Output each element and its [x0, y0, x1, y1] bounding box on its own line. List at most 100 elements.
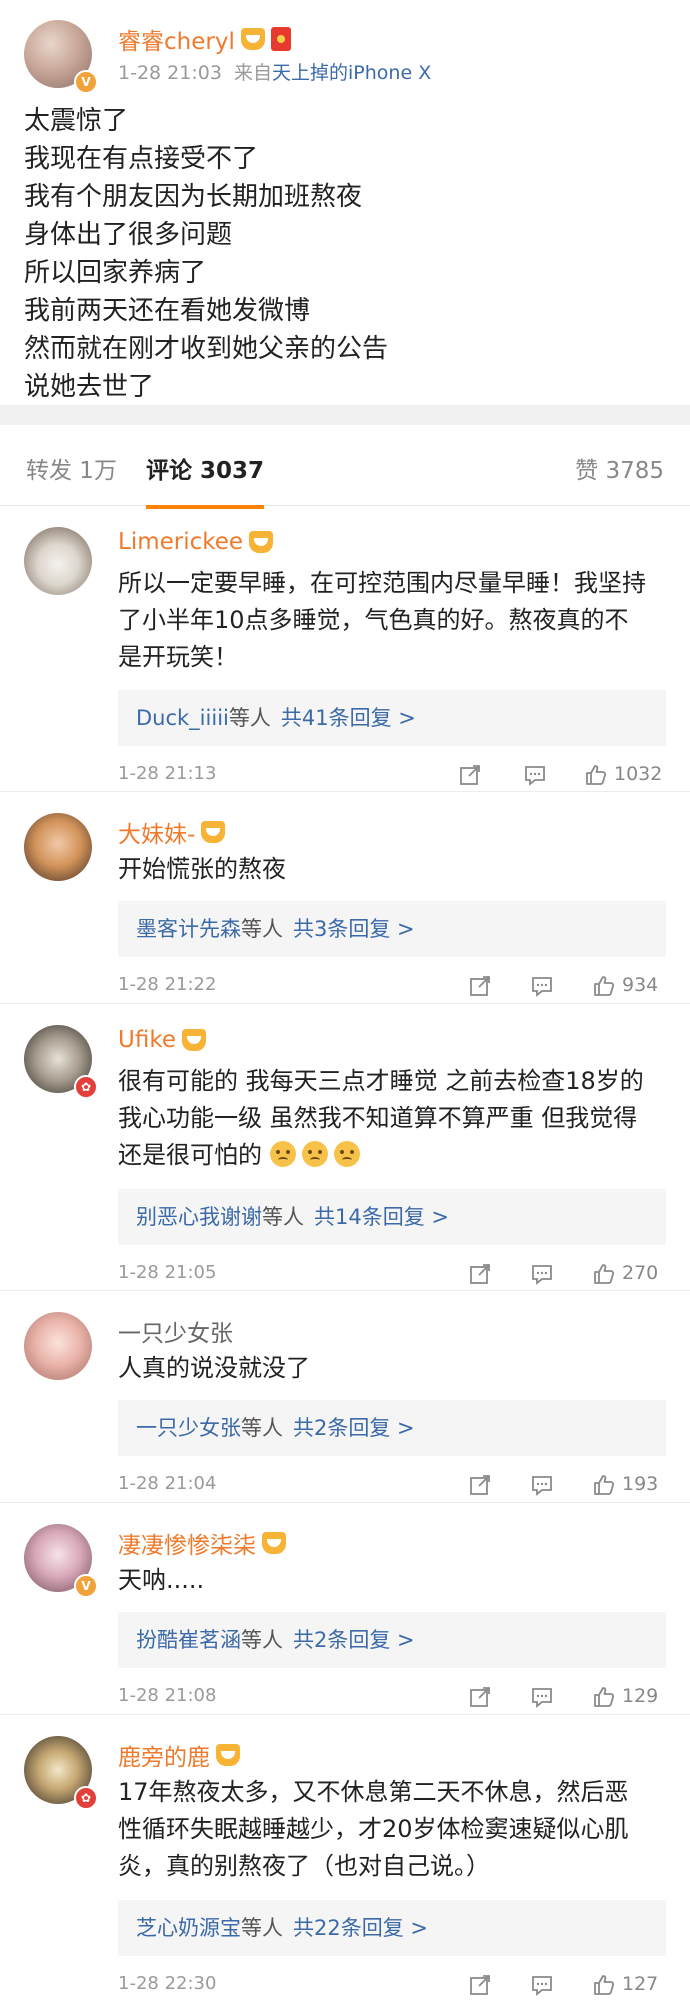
member-badge-icon: ✿ — [74, 1075, 98, 1099]
replies-preview[interactable]: Duck_iiiii等人 共41条回复 > — [118, 690, 666, 746]
like-count: 129 — [622, 1685, 659, 1707]
commenter-avatar[interactable] — [24, 813, 92, 881]
comment-icon[interactable] — [530, 1685, 554, 1709]
share-icon[interactable] — [468, 1973, 492, 1997]
comment-line: 了小半年10点多睡觉，气色真的好。熬夜真的不 — [118, 606, 629, 634]
vip-crown-icon — [240, 28, 265, 50]
comment-text: 开始慌张的熬夜 — [118, 851, 670, 888]
comment-text: 所以一定要早睡，在可控范围内尽量早睡！我坚持 了小半年10点多睡觉，气色真的好。… — [118, 565, 670, 676]
replies-preview[interactable]: 墨客计先森等人 共3条回复 > — [118, 901, 666, 957]
commenter-name[interactable]: 凄凄惨惨柒柒 — [118, 1526, 256, 1560]
comment-time: 1-28 21:22 — [118, 974, 217, 995]
comment-meta: 1-28 21:04 193 — [118, 1471, 666, 1501]
reply-etc: 等人 — [241, 917, 283, 941]
reply-etc: 等人 — [228, 706, 271, 730]
comment-line: 炎，真的别熬夜了（也对自己说。） — [118, 1852, 490, 1880]
reply-user[interactable]: 芝心奶源宝 — [136, 1916, 241, 1940]
comment-line: 17年熬夜太多，又不休息第二天不休息，然后恶 — [118, 1778, 629, 1806]
reply-etc: 等人 — [241, 1628, 283, 1652]
sad-face-emoji-icon — [301, 1141, 328, 1167]
reply-user[interactable]: 一只少女张 — [136, 1416, 241, 1440]
comment-line: 天呐..... — [118, 1566, 205, 1594]
comment-icon[interactable] — [523, 763, 547, 787]
sad-face-emoji-icon — [269, 1141, 296, 1167]
reply-count-link[interactable]: 共41条回复 > — [281, 706, 416, 730]
reply-user[interactable]: 别恶心我谢谢 — [136, 1205, 262, 1229]
comment-time: 1-28 21:04 — [118, 1473, 217, 1494]
reply-user[interactable]: 墨客计先森 — [136, 917, 241, 941]
commenter-name-row: Limerickee — [118, 529, 274, 555]
comment-item: ✿ 鹿旁的鹿 17年熬夜太多，又不休息第二天不休息，然后恶 性循环失眠越睡越少，… — [0, 1714, 690, 2004]
comment-icon[interactable] — [530, 1262, 554, 1286]
vip-crown-icon — [181, 1029, 206, 1051]
comment-icon[interactable] — [530, 1473, 554, 1497]
post-line: 所以回家养病了 — [24, 258, 207, 288]
post-line: 然而就在刚才收到她父亲的公告 — [24, 334, 389, 364]
tab-repost[interactable]: 转发 1万 — [26, 451, 117, 485]
commenter-name[interactable]: 大妹妹- — [118, 815, 195, 849]
reply-count-link[interactable]: 共3条回复 > — [293, 917, 415, 941]
tab-likes[interactable]: 赞 3785 — [575, 451, 664, 485]
like-icon[interactable] — [584, 763, 608, 787]
share-icon[interactable] — [468, 974, 492, 998]
replies-preview[interactable]: 扮酷崔茗涵等人 共2条回复 > — [118, 1612, 666, 1668]
post-source-link[interactable]: 天上掉的iPhone X — [272, 62, 431, 84]
reply-count-link[interactable]: 共22条回复 > — [293, 1916, 428, 1940]
commenter-avatar[interactable] — [24, 1312, 92, 1380]
reply-user[interactable]: Duck_iiiii — [136, 706, 229, 730]
commenter-name-row: Ufike — [118, 1027, 206, 1053]
share-icon[interactable] — [468, 1473, 492, 1497]
share-icon[interactable] — [468, 1685, 492, 1709]
commenter-name[interactable]: 鹿旁的鹿 — [118, 1738, 210, 1772]
replies-preview[interactable]: 芝心奶源宝等人 共22条回复 > — [118, 1900, 666, 1956]
like-count: 1032 — [614, 763, 663, 785]
reply-user[interactable]: 扮酷崔茗涵 — [136, 1628, 241, 1652]
commenter-avatar[interactable] — [24, 527, 92, 595]
post-line: 说她去世了 — [24, 372, 155, 402]
like-count: 270 — [622, 1262, 659, 1284]
comment-item: ✿ Ufike 很有可能的 我每天三点才睡觉 之前去检查18岁的 我心功能一级 … — [0, 1003, 690, 1291]
like-icon[interactable] — [592, 1262, 616, 1286]
tab-comments[interactable]: 评论 3037 — [146, 451, 265, 509]
like-count: 193 — [622, 1473, 659, 1495]
commenter-name[interactable]: Limerickee — [118, 529, 243, 555]
reply-count-link[interactable]: 共2条回复 > — [293, 1628, 415, 1652]
comment-meta: 1-28 21:22 934 — [118, 972, 666, 1002]
comment-line: 还是很可怕的 — [118, 1137, 670, 1174]
comment-line-text: 还是很可怕的 — [118, 1141, 262, 1169]
comment-time: 1-28 22:30 — [118, 1973, 217, 1994]
comment-item: V 凄凄惨惨柒柒 天呐..... 扮酷崔茗涵等人 共2条回复 > 1-28 21:… — [0, 1502, 690, 1715]
comment-meta: 1-28 22:30 127 — [118, 1971, 666, 2001]
replies-preview[interactable]: 一只少女张等人 共2条回复 > — [118, 1400, 666, 1456]
reply-count-link[interactable]: 共14条回复 > — [314, 1205, 449, 1229]
commenter-name[interactable]: 一只少女张 — [118, 1314, 233, 1348]
like-icon[interactable] — [592, 1473, 616, 1497]
comment-icon[interactable] — [530, 1973, 554, 1997]
like-icon[interactable] — [592, 974, 616, 998]
comment-line: 开始慌张的熬夜 — [118, 855, 286, 883]
comment-meta: 1-28 21:08 129 — [118, 1683, 666, 1713]
reply-count-link[interactable]: 共2条回复 > — [293, 1416, 415, 1440]
commenter-name-row: 鹿旁的鹿 — [118, 1738, 240, 1772]
replies-preview[interactable]: 别恶心我谢谢等人 共14条回复 > — [118, 1189, 666, 1245]
comment-text: 很有可能的 我每天三点才睡觉 之前去检查18岁的 我心功能一级 虽然我不知道算不… — [118, 1063, 670, 1174]
like-icon[interactable] — [592, 1973, 616, 1997]
comment-time: 1-28 21:08 — [118, 1685, 217, 1706]
author-row: 睿睿cheryl — [118, 22, 291, 56]
red-packet-icon — [270, 27, 291, 51]
comment-line: 我心功能一级 虽然我不知道算不算严重 但我觉得 — [118, 1104, 638, 1132]
author-name[interactable]: 睿睿cheryl — [118, 22, 235, 56]
commenter-name-row: 一只少女张 — [118, 1314, 233, 1348]
comment-item: 大妹妹- 开始慌张的熬夜 墨客计先森等人 共3条回复 > 1-28 21:22 9… — [0, 791, 690, 1004]
share-icon[interactable] — [468, 1262, 492, 1286]
sad-face-emoji-icon — [333, 1141, 360, 1167]
post-from-label: 来自 — [234, 62, 273, 84]
commenter-name[interactable]: Ufike — [118, 1027, 176, 1053]
vip-crown-icon — [262, 1532, 286, 1554]
comment-icon[interactable] — [530, 974, 554, 998]
reply-etc: 等人 — [241, 1416, 283, 1440]
like-icon[interactable] — [592, 1685, 616, 1709]
share-icon[interactable] — [458, 763, 482, 787]
comment-item: Limerickee 所以一定要早睡，在可控范围内尽量早睡！我坚持 了小半年10… — [0, 505, 690, 792]
post-body: 太震惊了 我现在有点接受不了 我有个朋友因为长期加班熬夜 身体出了很多问题 所以… — [24, 102, 388, 406]
